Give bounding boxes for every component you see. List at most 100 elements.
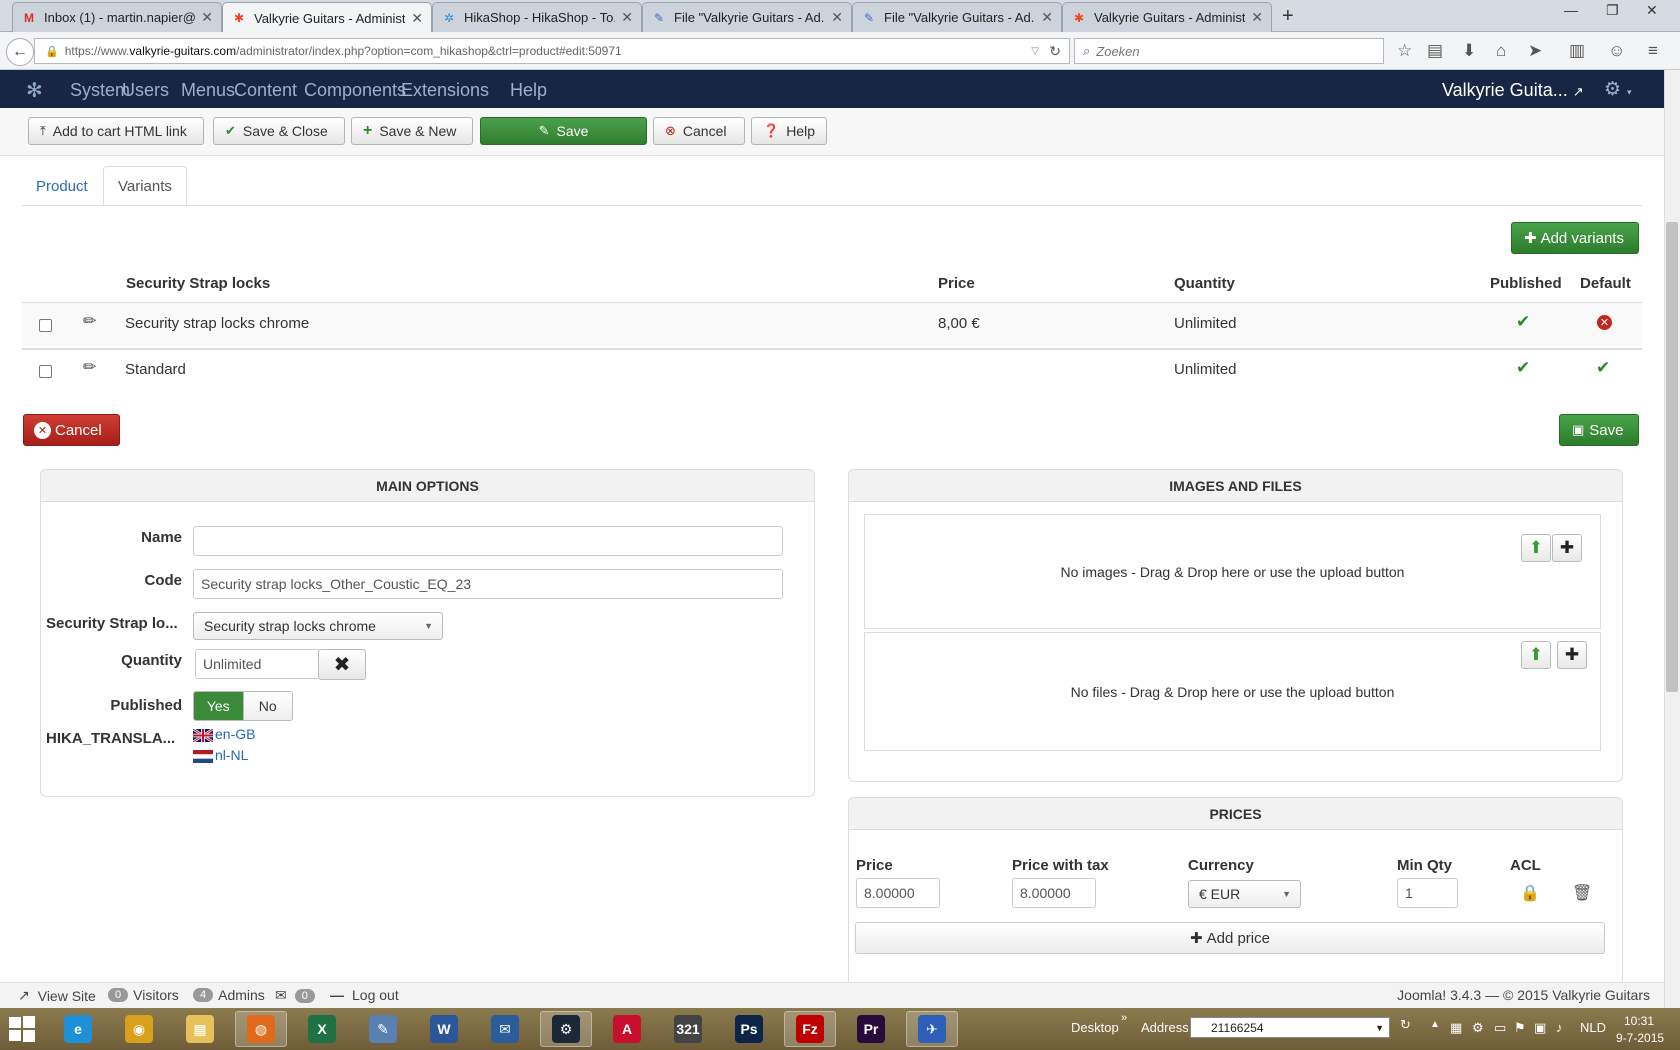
firefox-icon[interactable]: ◍	[235, 1011, 287, 1047]
row-checkbox[interactable]	[39, 319, 52, 332]
not-default-icon[interactable]: ✕	[1597, 315, 1612, 330]
reading-list-icon[interactable]: ▤	[1427, 41, 1443, 61]
steam-icon[interactable]: ⚙	[540, 1011, 592, 1047]
close-tab-icon[interactable]: ✕	[201, 9, 213, 26]
view-site-link[interactable]: ↗ View Site	[18, 987, 96, 1004]
row-checkbox[interactable]	[39, 365, 52, 378]
app-icon[interactable]: ✈	[906, 1011, 958, 1047]
download-icon[interactable]: ⬇	[1462, 41, 1476, 61]
language-nl-link[interactable]: nl-NL	[193, 747, 248, 763]
min-qty-input[interactable]: 1	[1397, 878, 1458, 908]
tab-product[interactable]: Product	[22, 166, 102, 206]
images-dropzone[interactable]: No images - Drag & Drop here or use the …	[864, 514, 1601, 629]
windows-start-icon[interactable]	[2, 1010, 42, 1048]
tray-monitor-icon[interactable]: ▣	[1534, 1020, 1546, 1036]
browser-tab[interactable]: ✱ Valkyrie Guitars - Administ... ✕	[1062, 2, 1272, 32]
menu-item-users[interactable]: Users	[122, 80, 169, 101]
menu-icon[interactable]: ≡	[1648, 41, 1658, 61]
bookmark-star-icon[interactable]: ☆	[1397, 41, 1412, 61]
price-input[interactable]: 8.00000	[856, 878, 940, 908]
add-image-button[interactable]: ✚	[1552, 534, 1582, 562]
menu-item-help[interactable]: Help	[510, 80, 547, 101]
menu-item-components[interactable]: Components	[304, 80, 406, 101]
file-explorer-icon[interactable]: ▦	[174, 1011, 226, 1047]
quantity-input[interactable]: Unlimited	[195, 649, 320, 679]
cancel-button[interactable]: ⊗ Cancel	[653, 117, 745, 145]
clock-date[interactable]: 9-7-2015	[1616, 1031, 1664, 1045]
search-input[interactable]: ⌕ Zoeken	[1074, 38, 1384, 64]
trash-icon[interactable]: 🗑	[1572, 883, 1592, 903]
address-toolbar-input[interactable]: 21166254 ▼	[1190, 1017, 1390, 1038]
files-dropzone[interactable]: No files - Drag & Drop here or use the u…	[864, 632, 1601, 751]
logout-link[interactable]: — Log out	[330, 987, 399, 1003]
scrollbar-thumb[interactable]	[1666, 222, 1678, 692]
gear-icon[interactable]: ⚙ ▾	[1604, 78, 1632, 101]
pencil-icon[interactable]: ✏	[83, 357, 96, 377]
chat-icon[interactable]: ☺	[1608, 41, 1625, 61]
language-indicator[interactable]: NLD	[1580, 1020, 1606, 1035]
refresh-icon[interactable]: ↻	[1400, 1017, 1411, 1033]
pencil-icon[interactable]: ✏	[83, 311, 96, 331]
reload-icon[interactable]: ↻	[1049, 43, 1061, 60]
add-file-button[interactable]: ✚	[1557, 641, 1587, 669]
close-tab-icon[interactable]: ✕	[411, 10, 423, 27]
tab-variants[interactable]: Variants	[103, 166, 187, 206]
menu-item-extensions[interactable]: Extensions	[401, 80, 489, 101]
add-price-button[interactable]: ✚ Add price	[855, 922, 1605, 954]
joomla-logo-icon[interactable]: ✻	[26, 78, 43, 103]
notepad-icon[interactable]: ✎	[357, 1011, 409, 1047]
chrome-icon[interactable]: ◉	[113, 1011, 165, 1047]
internet-explorer-icon[interactable]: e	[52, 1011, 104, 1047]
home-icon[interactable]: ⌂	[1496, 41, 1506, 61]
desktop-toolbar[interactable]: Desktop	[1071, 1020, 1119, 1035]
tray-steam-icon[interactable]: ⚙	[1472, 1020, 1484, 1036]
minimize-button[interactable]: —	[1564, 2, 1578, 18]
tray-flag-icon[interactable]: ⚑	[1514, 1020, 1526, 1036]
menu-item-content[interactable]: Content	[234, 80, 297, 101]
address-bar[interactable]: 🔒 https://www. valkyrie-guitars.com/admin…	[34, 38, 1070, 64]
restore-button[interactable]: ❐	[1606, 2, 1619, 19]
default-check-icon[interactable]: ✔	[1596, 358, 1610, 378]
published-yes[interactable]: Yes	[194, 692, 243, 720]
strap-select[interactable]: Security strap locks chrome ▼	[193, 612, 443, 640]
lock-icon[interactable]: 🔒	[1520, 883, 1540, 903]
menu-item-menus[interactable]: Menus	[181, 80, 235, 101]
price-tax-input[interactable]: 8.00000	[1012, 878, 1096, 908]
close-tab-icon[interactable]: ✕	[831, 9, 843, 26]
published-toggle[interactable]: Yes No	[193, 691, 293, 721]
browser-tab[interactable]: M Inbox (1) - martin.napier@... ✕	[12, 2, 222, 32]
published-check-icon[interactable]: ✔	[1516, 312, 1530, 332]
site-name-link[interactable]: Valkyrie Guita... ↗	[1442, 80, 1584, 101]
upload-file-button[interactable]: ⬆	[1521, 641, 1551, 669]
language-en-link[interactable]: en-GB	[193, 726, 255, 742]
save-new-button[interactable]: + Save & New	[351, 117, 473, 145]
clear-quantity-button[interactable]: ✖	[318, 649, 366, 680]
name-input[interactable]	[193, 526, 783, 556]
panel-icon[interactable]: ▥	[1569, 41, 1585, 61]
published-check-icon[interactable]: ✔	[1516, 358, 1530, 378]
messages-status[interactable]: ✉ 0	[275, 987, 320, 1004]
tray-volume-icon[interactable]: ♪	[1556, 1020, 1563, 1035]
save-button[interactable]: ✎ Save	[480, 117, 647, 145]
premiere-icon[interactable]: Pr	[845, 1011, 897, 1047]
help-button[interactable]: ❓ Help	[751, 117, 827, 145]
close-tab-icon[interactable]: ✕	[1041, 9, 1053, 26]
new-tab-button[interactable]: +	[1282, 5, 1294, 28]
published-no[interactable]: No	[242, 692, 292, 720]
excel-icon[interactable]: X	[296, 1011, 348, 1047]
browser-tab[interactable]: ✲ HikaShop - HikaShop - To... ✕	[432, 2, 642, 32]
close-tab-icon[interactable]: ✕	[1251, 9, 1263, 26]
tray-network-icon[interactable]: ▦	[1450, 1020, 1462, 1036]
add-to-cart-html-link-button[interactable]: ⤒ Add to cart HTML link	[28, 117, 204, 145]
close-window-button[interactable]: ✕	[1646, 2, 1658, 19]
clock-time[interactable]: 10:31	[1624, 1014, 1654, 1028]
save-close-button[interactable]: ✔ Save & Close	[213, 117, 345, 145]
browser-tab[interactable]: ✎ File "Valkyrie Guitars - Ad... ✕	[642, 2, 852, 32]
thunderbird-icon[interactable]: ✉	[479, 1011, 531, 1047]
back-icon[interactable]: ←	[6, 38, 34, 66]
upload-image-button[interactable]: ⬆	[1521, 534, 1551, 562]
table-row[interactable]	[22, 348, 1642, 392]
word-icon[interactable]: W	[418, 1011, 470, 1047]
tray-expand-icon[interactable]: ▲	[1430, 1019, 1440, 1030]
filezilla-icon[interactable]: Fz	[784, 1011, 836, 1047]
